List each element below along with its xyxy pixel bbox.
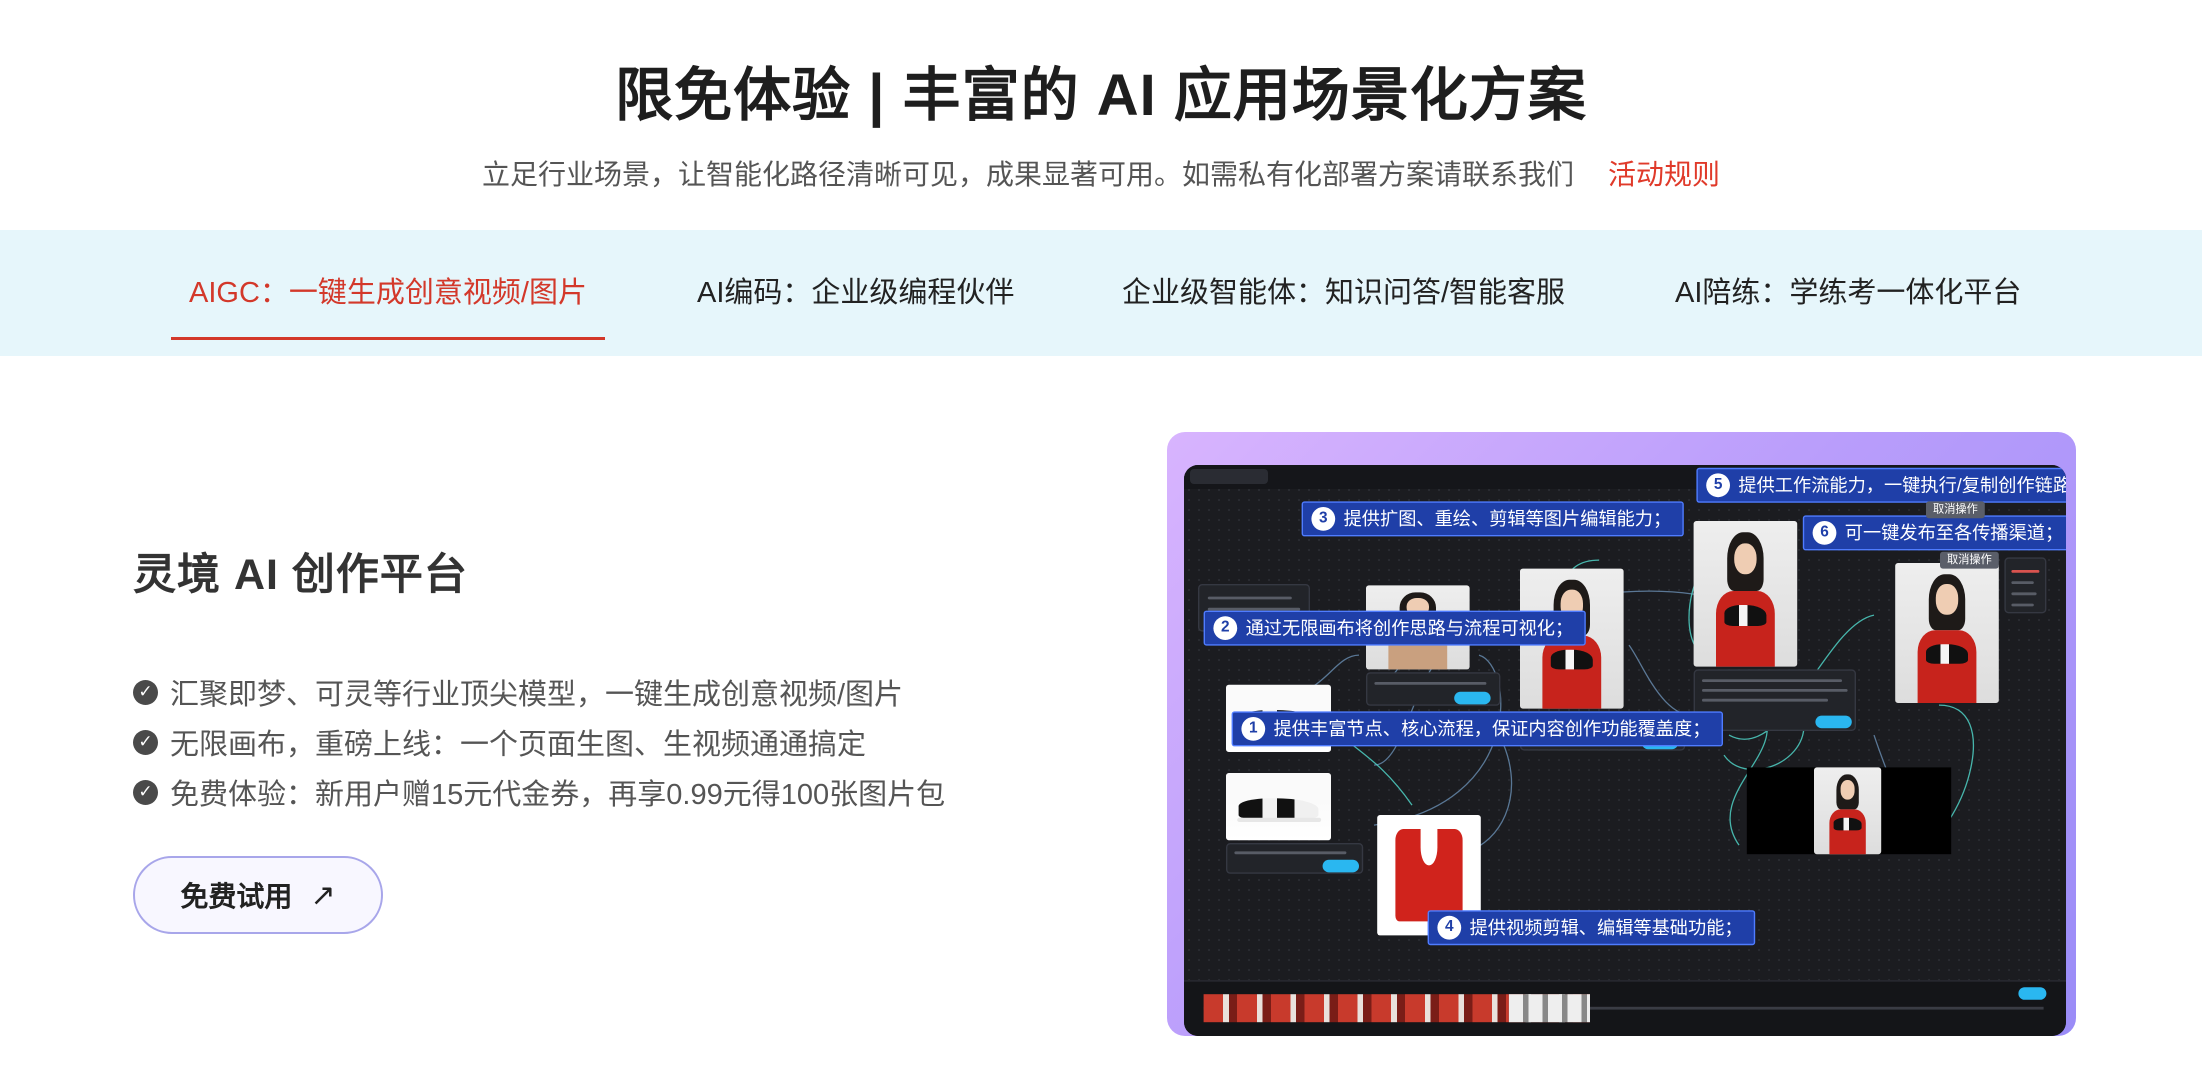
export-button [2018,987,2047,1000]
feature-callout: 3 提供扩图、重绘、剪辑等图片编辑能力； [1301,501,1684,537]
sneaker-image-node [1226,773,1331,841]
tab-ai-training[interactable]: AI陪练：学练考一体化平台 [1675,230,2021,356]
page-title: 限免体验 | 丰富的 AI 应用场景化方案 [615,63,1587,128]
product-title: 灵境 AI 创作平台 [133,551,468,599]
feature-text: 免费体验：新用户赠15元代金券，再享0.99元得100张图片包 [170,779,946,811]
generated-image-node [1693,521,1798,667]
cancel-tag: 取消操作 [1940,551,1999,569]
publish-menu [2004,557,2047,614]
image-caption-node [1226,843,1364,874]
timeline-clips [1508,994,1590,1023]
check-circle-icon: ✓ [133,679,158,705]
product-info: 灵境 AI 创作平台 [133,540,468,602]
published-image-node [1895,563,1999,703]
scenario-tabs: AIGC：一键生成创意视频/图片 AI编码：企业级编程伙伴 企业级智能体：知识问… [0,230,2202,356]
video-preview-node [1746,767,1952,855]
feature-callout: 1 提供丰富节点、核心流程，保证内容创作功能覆盖度； [1231,711,1724,747]
feature-item: ✓ 免费体验：新用户赠15元代金券，再享0.99元得100张图片包 [133,767,945,817]
subtitle-text: 立足行业场景，让智能化路径清晰可见，成果显著可用。如需私有化部署方案请联系我们 [481,159,1574,190]
feature-callout: 2 通过无限画布将创作思路与流程可视化； [1203,610,1586,646]
hero-section: 限免体验 | 丰富的 AI 应用场景化方案 立足行业场景，让智能化路径清晰可见，… [0,0,2202,230]
feature-item: ✓ 汇聚即梦、可灵等行业顶尖模型，一键生成创意视频/图片 [133,667,945,717]
feature-item: ✓ 无限画布，重磅上线：一个页面生图、生视频通通搞定 [133,717,945,767]
feature-callout: 4 提供视频剪辑、编辑等基础功能； [1427,910,1756,946]
hero-subtitle: 立足行业场景，让智能化路径清晰可见，成果显著可用。如需私有化部署方案请联系我们 活… [0,153,2202,193]
free-trial-label: 免费试用 [180,881,293,912]
product-showcase: 1 提供丰富节点、核心流程，保证内容创作功能覆盖度； 2 通过无限画布将创作思路与流程… [1167,432,2076,1036]
video-timeline [1184,980,2066,1036]
activity-rules-link[interactable]: 活动规则 [1608,159,1720,190]
feature-callout: 5 提供工作流能力，一键执行/复制创作链路； [1696,467,2066,503]
cancel-tag: 取消操作 [1926,501,1985,519]
tab-aigc[interactable]: AIGC：一键生成创意视频/图片 [171,230,605,356]
free-trial-button[interactable]: 免费试用 ↗ [133,856,383,934]
feature-callout: 6 可一键发布至各传播渠道； [1802,515,2066,551]
arrow-up-right-icon: ↗ [310,878,336,912]
tab-ai-coding[interactable]: AI编码：企业级编程伙伴 [697,230,1014,356]
canvas-screenshot: 1 提供丰富节点、核心流程，保证内容创作功能覆盖度； 2 通过无限画布将创作思路与流程… [1184,465,2066,1036]
image-caption-node [1366,672,1501,706]
check-circle-icon: ✓ [133,779,158,805]
feature-text: 汇聚即梦、可灵等行业顶尖模型，一键生成创意视频/图片 [170,679,904,711]
tab-enterprise-agent[interactable]: 企业级智能体：知识问答/智能客服 [1122,230,1565,356]
feature-list: ✓ 汇聚即梦、可灵等行业顶尖模型，一键生成创意视频/图片 ✓ 无限画布，重磅上线… [133,667,945,817]
check-circle-icon: ✓ [133,729,158,755]
feature-text: 无限画布，重磅上线：一个页面生图、生视频通通搞定 [170,729,867,761]
